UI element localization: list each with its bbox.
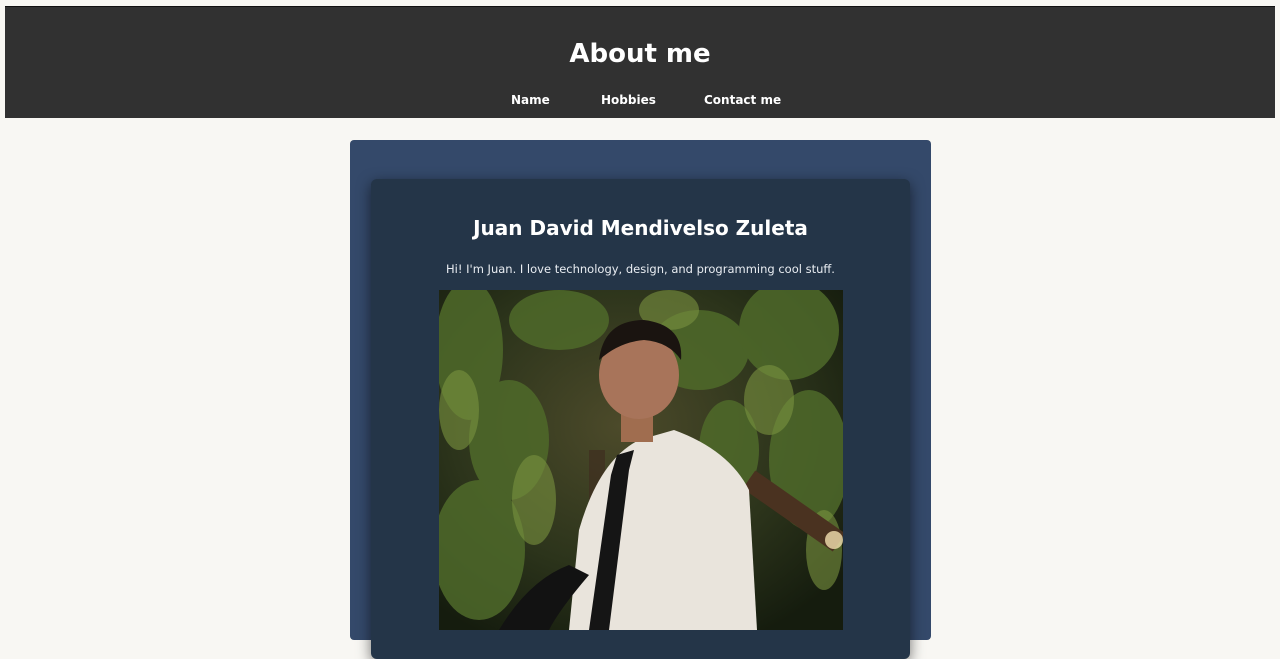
profile-name: Juan David Mendivelso Zuleta	[473, 216, 808, 240]
profile-intro: Hi! I'm Juan. I love technology, design,…	[446, 262, 835, 276]
profile-card: Juan David Mendivelso Zuleta Hi! I'm Jua…	[371, 179, 910, 659]
main-nav: Name Hobbies Contact me	[5, 91, 1275, 111]
page-title: About me	[569, 39, 711, 69]
nav-link-contact-me[interactable]: Contact me	[704, 91, 781, 109]
profile-photo-image	[439, 290, 843, 630]
profile-photo	[439, 290, 843, 630]
profile-section: Juan David Mendivelso Zuleta Hi! I'm Jua…	[350, 140, 931, 659]
nav-link-hobbies[interactable]: Hobbies	[601, 91, 656, 109]
site-header: About me Name Hobbies Contact me	[5, 6, 1275, 118]
nav-link-name[interactable]: Name	[511, 91, 550, 109]
